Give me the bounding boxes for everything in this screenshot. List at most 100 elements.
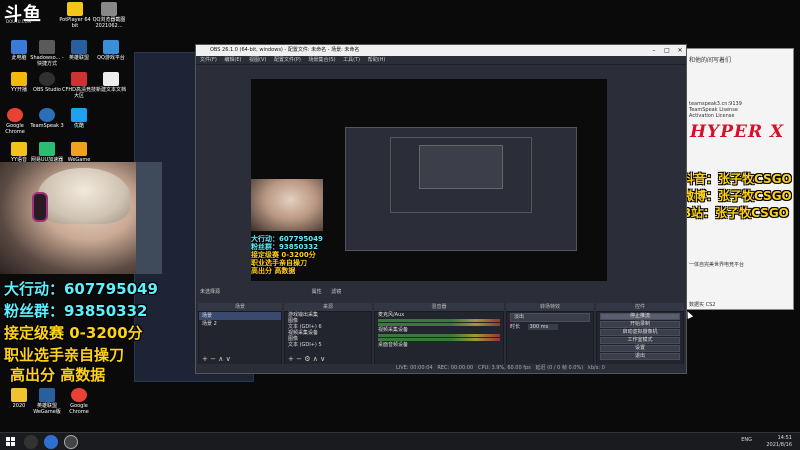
nested-obs-window [345, 127, 577, 251]
audio-meter [378, 319, 500, 322]
preview-webcam [251, 179, 323, 231]
chevron-down-icon[interactable]: ∨ [226, 355, 231, 363]
add-icon[interactable]: + [288, 355, 294, 363]
chevron-down-icon[interactable]: ∨ [320, 355, 325, 363]
stop-streaming-button[interactable]: 停止推流 [600, 313, 680, 320]
overlay-rank: 接定级赛 0-3200分 [4, 324, 143, 342]
computer-icon [11, 40, 27, 54]
menu-profile[interactable]: 配置文件(P) [274, 57, 301, 63]
scene-controls: + − ∧ ∨ [199, 355, 281, 364]
desktop-icon-teamspeak[interactable]: TeamSpeak 3 [30, 108, 64, 129]
obs-titlebar[interactable]: OBS 26.1.0 (64-bit, windows) - 配置文件: 未命名… [196, 45, 686, 56]
menu-view[interactable]: 视图(V) [249, 57, 266, 63]
desktop-icon-lol[interactable]: 英雄联盟 [62, 40, 96, 61]
douyu-logo-sub: DOUYU.COM [6, 19, 32, 24]
game-icon [39, 388, 55, 402]
transitions-dock: 淡出 时长 300 ms [506, 311, 594, 365]
taskbar: ENG 14:51 2021/8/16 [0, 432, 800, 450]
nested-obs-window-3 [419, 145, 503, 189]
remove-icon[interactable]: − [210, 355, 216, 363]
source-item[interactable]: 文本 (GDI+) 5 [285, 342, 371, 348]
scene-item[interactable]: 场景 [199, 312, 281, 320]
minimize-icon[interactable]: – [648, 45, 660, 56]
source-controls: + − ⚙ ∧ ∨ [285, 355, 371, 364]
hyperx-logo: HYPER X [690, 122, 785, 142]
teamspeak-icon [39, 108, 55, 122]
maximize-icon[interactable]: □ [661, 45, 673, 56]
chrome-icon [7, 108, 23, 122]
desktop-icon-cfhd[interactable]: CFHD高清竞技大区 [62, 72, 96, 99]
duration-input[interactable]: 300 ms [527, 324, 559, 330]
properties-button[interactable]: 属性 [312, 289, 322, 295]
sources-dock: 游戏输出采集 图像 文本 (GDI+) 6 视频采集设备 图像 文本 (GDI+… [284, 311, 372, 365]
studio-mode-button[interactable]: 工作室模式 [600, 337, 680, 344]
app-icon [11, 72, 27, 86]
app-icon [71, 142, 87, 156]
player-icon [67, 2, 83, 16]
overlay-fans-group: 粉丝群：93850332 [4, 302, 148, 320]
preview-overlay: 大行动：607795049 粉丝群：93850332 接定级赛 0-3200分 … [251, 235, 323, 275]
menu-tools[interactable]: 工具(T) [343, 57, 360, 63]
chevron-up-icon[interactable]: ∧ [218, 355, 223, 363]
game-icon [71, 72, 87, 86]
controls-dock-title: 控件 [596, 303, 684, 311]
document-icon [103, 72, 119, 86]
weibo-line: 微博：张子牧CSGO [682, 189, 792, 203]
obs-statusbar: LIVE: 00:00:04 REC: 00:00:00 CPU: 3.9%, … [196, 364, 686, 373]
desktop-icon-wegame[interactable]: WeGame [62, 142, 96, 163]
folder-icon [11, 388, 27, 402]
app-icon [39, 142, 55, 156]
overlay-qq: 大行动：607795049 [4, 280, 158, 298]
desktop-icon-uu[interactable]: 网易UU加速器 [30, 142, 64, 163]
obs-preview[interactable]: 大行动：607795049 粉丝群：93850332 接定级赛 0-3200分 … [251, 79, 607, 281]
bitrate: kb/s: 0 [587, 365, 605, 371]
menu-help[interactable]: 帮助(H) [368, 57, 386, 63]
desktop-icon-youku[interactable]: 优酷 [62, 108, 96, 129]
settings-button[interactable]: 设置 [600, 345, 680, 352]
menu-edit[interactable]: 编辑(E) [224, 57, 241, 63]
volume-slider[interactable] [378, 323, 500, 326]
gear-icon[interactable]: ⚙ [304, 355, 310, 363]
sources-dock-title: 来源 [284, 303, 372, 311]
language-indicator[interactable]: ENG [741, 437, 752, 443]
desktop-icon-qq-game[interactable]: QQ游戏平台 [94, 40, 128, 61]
desktop-icon-chrome-2[interactable]: Google Chrome [62, 388, 96, 415]
scene-item[interactable]: 场景 2 [199, 320, 281, 328]
close-icon[interactable]: ✕ [674, 45, 686, 56]
transition-select[interactable]: 淡出 [510, 313, 590, 322]
desktop-icon-obs[interactable]: OBS Studio [30, 72, 64, 93]
app-icon [39, 40, 55, 54]
desktop-icon-potplayer[interactable]: PotPlayer 64 bit [58, 2, 92, 29]
menu-scene-collection[interactable]: 场景集合(S) [308, 57, 335, 63]
overlay-high-score: 高出分 高数据 [10, 366, 106, 384]
start-recording-button[interactable]: 开始录制 [600, 321, 680, 328]
obs-taskbar-icon[interactable] [64, 435, 78, 449]
browser-icon[interactable] [44, 435, 58, 449]
image-icon [101, 2, 117, 16]
obs-icon [39, 72, 55, 86]
filters-button[interactable]: 滤镜 [331, 289, 341, 295]
desktop-icon-screenshot[interactable]: QQ浏览器截图2021062... [92, 2, 126, 29]
menu-file[interactable]: 文件(F) [200, 57, 217, 63]
chevron-up-icon[interactable]: ∧ [313, 355, 318, 363]
overlay-pro: 职业选手亲自操刀 [4, 346, 125, 364]
video-icon [71, 108, 87, 122]
clock[interactable]: 14:51 2021/8/16 [766, 435, 792, 449]
desktop-icon-text-doc[interactable]: 新建文本文档 [94, 72, 128, 93]
exit-button[interactable]: 退出 [600, 353, 680, 360]
douyin-line: 抖音：张子牧CSGO [682, 172, 792, 186]
windows-start-icon[interactable] [6, 437, 16, 447]
mixer-dock-title: 混音器 [374, 303, 504, 311]
desktop-icon-shadowsocks[interactable]: Shadowso... - 快捷方式 [30, 40, 64, 67]
obs-window[interactable]: OBS 26.1.0 (64-bit, windows) - 配置文件: 未命名… [195, 44, 687, 374]
webcam-feed [0, 162, 162, 274]
desktop-icon-chrome[interactable]: Google Chrome [0, 108, 32, 135]
add-icon[interactable]: + [202, 355, 208, 363]
virtual-camera-button[interactable]: 启动虚拟摄像机 [600, 329, 680, 336]
desktop-icon-lol-wegame[interactable]: 英雄联盟WeGame版 [30, 388, 64, 415]
game-icon [103, 40, 119, 54]
scenes-dock: 场景 场景 2 + − ∧ ∨ [198, 311, 282, 365]
volume-slider[interactable] [378, 338, 500, 341]
remove-icon[interactable]: − [296, 355, 302, 363]
search-icon[interactable] [24, 435, 38, 449]
